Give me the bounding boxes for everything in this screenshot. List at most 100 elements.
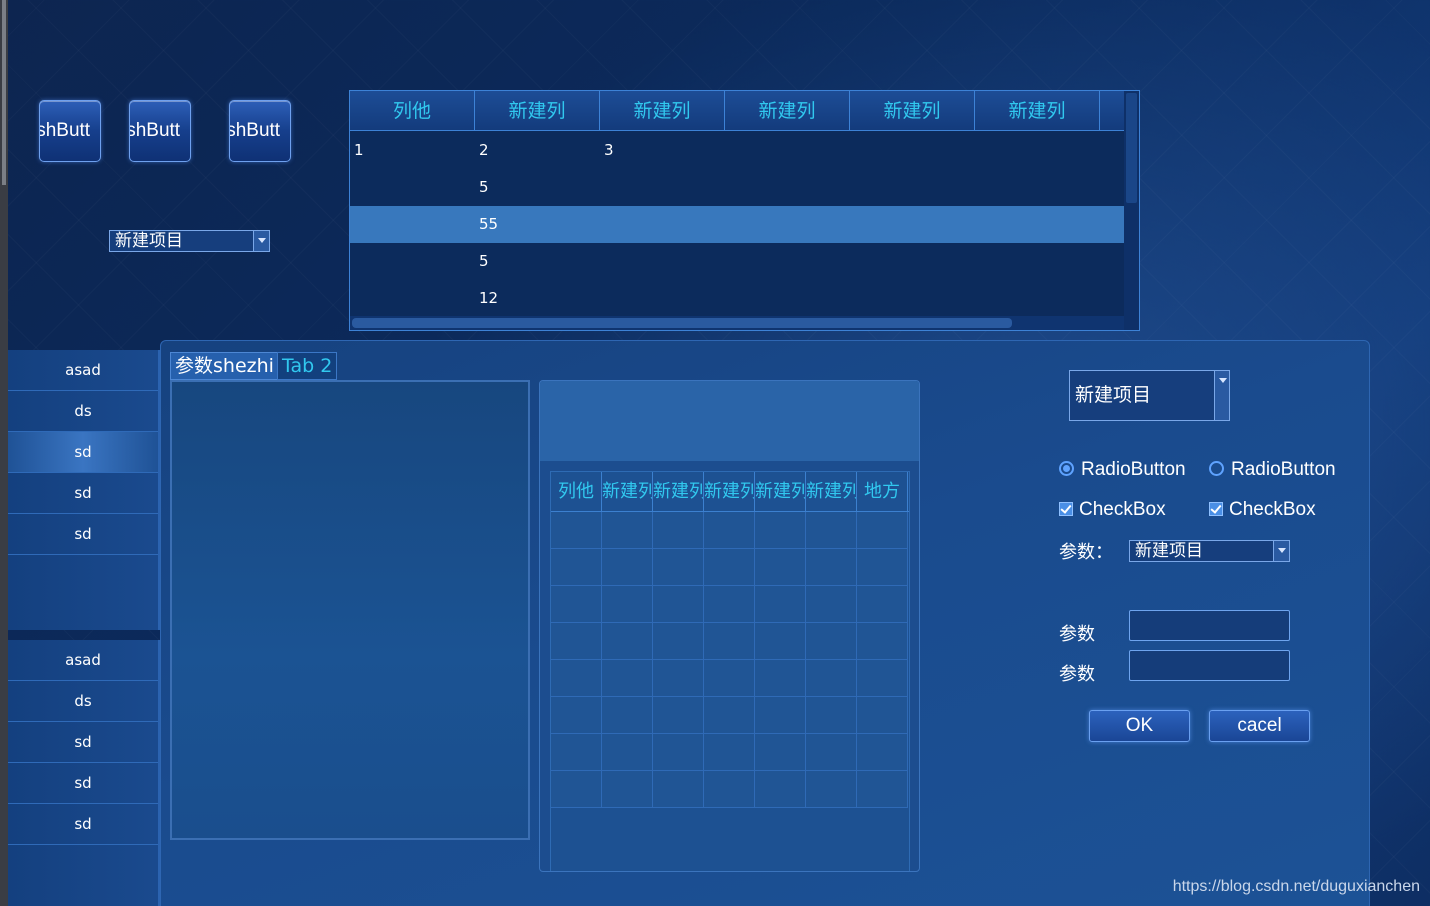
column-header[interactable]: 新建列 — [600, 91, 725, 131]
table-cell[interactable]: 5 — [479, 243, 489, 280]
grid-column-header[interactable]: 新建列 — [653, 472, 704, 511]
grid-cell[interactable] — [551, 771, 602, 808]
push-button-3[interactable]: ishButt — [229, 100, 291, 162]
nav-item[interactable]: asad — [8, 640, 158, 681]
radio-checked-icon[interactable] — [1059, 461, 1074, 476]
table-row[interactable]: 5 — [350, 169, 1125, 206]
grid-cell[interactable] — [653, 697, 704, 734]
grid-cell[interactable] — [551, 623, 602, 660]
grid-cell[interactable] — [704, 549, 755, 586]
checkbox-checked-icon[interactable] — [1059, 502, 1073, 516]
grid-cell[interactable] — [704, 586, 755, 623]
grid-row[interactable] — [551, 697, 909, 734]
table-vertical-scrollbar[interactable] — [1124, 91, 1139, 330]
grid-cell[interactable] — [755, 734, 806, 771]
grid-column-header[interactable]: 列他 — [551, 472, 602, 511]
nav-item[interactable]: sd — [8, 514, 158, 555]
grid-cell[interactable] — [806, 697, 857, 734]
tab-2[interactable]: Tab 2 — [277, 352, 338, 380]
grid-cell[interactable] — [857, 660, 908, 697]
table-cell[interactable]: 1 — [354, 132, 364, 169]
grid-row[interactable] — [551, 512, 909, 549]
cancel-button[interactable]: cacel — [1209, 710, 1310, 742]
grid-cell[interactable] — [602, 549, 653, 586]
chevron-down-icon[interactable] — [1273, 541, 1289, 561]
grid-cell[interactable] — [857, 771, 908, 808]
grid-cell[interactable] — [602, 697, 653, 734]
grid-column-header[interactable]: 新建列 — [806, 472, 857, 511]
grid-cell[interactable] — [806, 623, 857, 660]
grid-cell[interactable] — [602, 512, 653, 549]
grid-row[interactable] — [551, 549, 909, 586]
grid-table[interactable]: 列他 新建列 新建列 新建列 新建列 新建列 地方 — [550, 471, 910, 871]
grid-cell[interactable] — [755, 660, 806, 697]
scrollbar-thumb[interactable] — [352, 318, 1012, 328]
grid-cell[interactable] — [755, 623, 806, 660]
nav-item[interactable]: ds — [8, 681, 158, 722]
chevron-down-icon[interactable] — [253, 231, 269, 251]
grid-cell[interactable] — [806, 586, 857, 623]
grid-cell[interactable] — [704, 623, 755, 660]
radio-button-2[interactable]: RadioButton — [1209, 459, 1336, 481]
nav-item[interactable]: sd — [8, 722, 158, 763]
table-horizontal-scrollbar[interactable] — [350, 316, 1124, 330]
table-cell[interactable]: 2 — [479, 132, 489, 169]
grid-cell[interactable] — [704, 660, 755, 697]
grid-cell[interactable] — [857, 512, 908, 549]
column-header[interactable]: 新建列 — [850, 91, 975, 131]
grid-cell[interactable] — [704, 734, 755, 771]
checkbox-1[interactable]: CheckBox — [1059, 499, 1166, 521]
grid-cell[interactable] — [653, 771, 704, 808]
grid-cell[interactable] — [806, 549, 857, 586]
grid-cell[interactable] — [551, 660, 602, 697]
tab-settings[interactable]: 参数shezhi — [170, 352, 279, 380]
table-cell[interactable]: 3 — [604, 132, 614, 169]
top-combo[interactable]: 新建项目 — [109, 230, 270, 252]
grid-column-header[interactable]: 新建列 — [755, 472, 806, 511]
grid-column-header[interactable]: 新建列 — [704, 472, 755, 511]
table-row[interactable]: 5 — [350, 243, 1125, 280]
grid-cell[interactable] — [857, 734, 908, 771]
grid-cell[interactable] — [551, 697, 602, 734]
grid-cell[interactable] — [755, 697, 806, 734]
param-input-1[interactable] — [1129, 610, 1290, 641]
table-row[interactable]: 1 2 3 — [350, 132, 1125, 169]
param-input-2[interactable] — [1129, 650, 1290, 681]
grid-cell[interactable] — [602, 771, 653, 808]
grid-cell[interactable] — [857, 623, 908, 660]
grid-cell[interactable] — [755, 512, 806, 549]
table-row-selected[interactable]: 55 — [350, 206, 1125, 243]
nav-item[interactable]: sd — [8, 763, 158, 804]
left-scrollbar-thumb[interactable] — [2, 0, 6, 185]
grid-cell[interactable] — [857, 586, 908, 623]
column-header[interactable]: 新建列 — [475, 91, 600, 131]
settings-combo[interactable]: 新建项目 — [1069, 370, 1230, 421]
grid-cell[interactable] — [755, 549, 806, 586]
table-cell[interactable]: 5 — [479, 169, 489, 206]
grid-cell[interactable] — [755, 586, 806, 623]
grid-row[interactable] — [551, 660, 909, 697]
table-row[interactable]: 12 — [350, 280, 1125, 317]
grid-cell[interactable] — [857, 697, 908, 734]
column-header[interactable]: 新建列 — [975, 91, 1100, 131]
push-button-2[interactable]: ishButt — [129, 100, 191, 162]
column-header[interactable]: 新建列 — [725, 91, 850, 131]
grid-cell[interactable] — [806, 734, 857, 771]
left-scrollbar[interactable] — [0, 0, 8, 906]
ok-button[interactable]: OK — [1089, 710, 1190, 742]
grid-cell[interactable] — [602, 586, 653, 623]
checkbox-2[interactable]: CheckBox — [1209, 499, 1316, 521]
grid-cell[interactable] — [551, 549, 602, 586]
grid-cell[interactable] — [653, 586, 704, 623]
grid-cell[interactable] — [704, 512, 755, 549]
grid-cell[interactable] — [653, 623, 704, 660]
grid-cell[interactable] — [806, 512, 857, 549]
grid-cell[interactable] — [551, 734, 602, 771]
grid-row[interactable] — [551, 771, 909, 808]
grid-cell[interactable] — [653, 512, 704, 549]
radio-unchecked-icon[interactable] — [1209, 461, 1224, 476]
grid-cell[interactable] — [602, 623, 653, 660]
grid-cell[interactable] — [602, 660, 653, 697]
scrollbar-thumb[interactable] — [1126, 93, 1137, 203]
grid-cell[interactable] — [551, 512, 602, 549]
